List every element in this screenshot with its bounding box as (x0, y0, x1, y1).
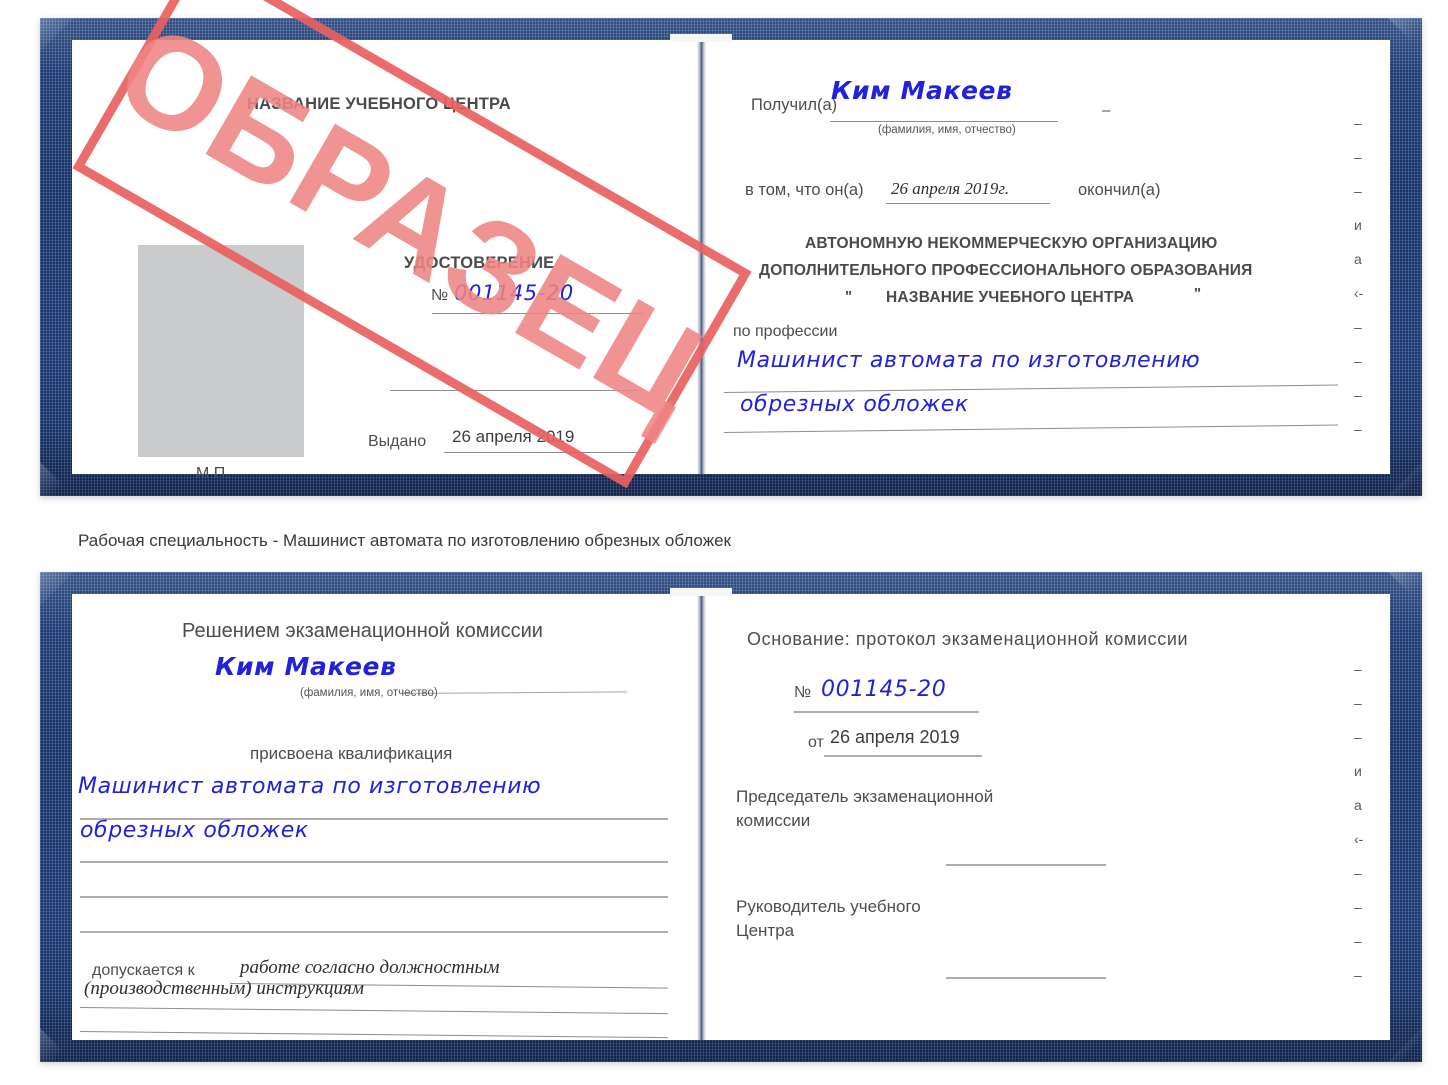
org-line-2: ДОПОЛНИТЕЛЬНОГО ПРОФЕССИОНАЛЬНОГО ОБРАЗО… (759, 262, 1253, 279)
bottom-certificate-book: Решением экзаменационной комиссии Ким Ма… (40, 572, 1422, 1062)
number-rule (432, 313, 644, 314)
qual-rule-4 (80, 931, 668, 933)
org-line-3: НАЗВАНИЕ УЧЕБНОГО ЦЕНТРА (886, 289, 1135, 306)
blank-rule-1 (390, 390, 644, 391)
issued-value: 26 апреля 2019 (452, 427, 575, 446)
bottom-right-page: Основание: протокол экзаменационной коми… (706, 594, 1390, 1040)
protocol-from-value: 26 апреля 2019 (830, 727, 960, 747)
top-right-page: Получил(а) Ким Макеев (фамилия, имя, отч… (706, 40, 1390, 474)
margin-glyph: – (1354, 967, 1362, 983)
seal-label: М.П. (196, 465, 230, 482)
margin-glyph: – (1354, 661, 1362, 677)
margin-glyph: ‹- (1354, 831, 1364, 847)
org-quote-close: " (1194, 285, 1202, 302)
protocol-from-label: от (808, 734, 824, 751)
decision-title: Решением экзаменационной комиссии (182, 620, 543, 642)
cover-corner-bottom-right-bottom (1388, 1028, 1422, 1062)
number-label: № (431, 287, 449, 304)
issued-label: Выдано (368, 433, 427, 450)
cover-corner-top-left-bottom (40, 572, 74, 606)
margin-glyph: – (1354, 387, 1362, 403)
head-line-2: Центра (736, 921, 795, 940)
page-caption: Рабочая специальность - Машинист автомат… (78, 531, 731, 550)
margin-glyph: – (1354, 729, 1362, 745)
margin-glyph: – (1354, 353, 1362, 369)
cover-corner-top-left (40, 18, 74, 52)
margin-glyph: – (1354, 183, 1362, 199)
protocol-from-rule (824, 755, 982, 757)
received-dash: – (1102, 102, 1111, 119)
margin-glyph: – (1354, 319, 1362, 335)
chairman-line-2: комиссии (736, 811, 811, 830)
org-line-1: АВТОНОМНУЮ НЕКОММЕРЧЕСКУЮ ОРГАНИЗАЦИЮ (805, 235, 1218, 252)
admitted-rule-3 (79, 1031, 668, 1039)
protocol-number-rule (794, 711, 979, 713)
admitted-line-1: работе согласно должностным (240, 957, 500, 978)
protocol-number-label: № (794, 684, 812, 701)
profession-line-1: Машинист автомата по изготовлению (737, 348, 1201, 373)
profession-label: по профессии (733, 323, 838, 340)
protocol-number-value: 001145-20 (821, 677, 947, 702)
top-paper-insert: НАЗВАНИЕ УЧЕБНОГО ЦЕНТРА УДОСТОВЕРЕНИЕ №… (72, 34, 1390, 482)
top-left-page: НАЗВАНИЕ УЧЕБНОГО ЦЕНТРА УДОСТОВЕРЕНИЕ №… (72, 40, 700, 482)
chairman-signature-rule (946, 864, 1106, 866)
bottom-paper-insert: Решением экзаменационной комиссии Ким Ма… (72, 588, 1390, 1040)
margin-glyph: – (1354, 899, 1362, 915)
admitted-rule-2 (79, 1007, 668, 1015)
qual-rule-3 (80, 896, 668, 898)
cover-corner-bottom-left-bottom (40, 1028, 74, 1062)
margin-glyph: – (1354, 933, 1362, 949)
margin-glyph: – (1354, 149, 1362, 165)
completion-date-rule (886, 203, 1050, 204)
cover-corner-top-right-bottom (1388, 572, 1422, 606)
cover-corner-bottom-right (1388, 462, 1422, 496)
margin-glyph: ‹- (1354, 285, 1364, 301)
chairman-line-1: Председатель экзаменационной (736, 787, 994, 806)
head-line-1: Руководитель учебного (736, 897, 921, 916)
margin-glyph: а (1354, 797, 1362, 813)
margin-glyph: – (1354, 421, 1362, 437)
org-quote-open: " (845, 288, 853, 305)
top-right-margin-glyphs: – – – и а ‹- – – – – (1354, 116, 1374, 456)
graduated-label: окончил(а) (1078, 181, 1161, 199)
margin-glyph: – (1354, 115, 1362, 131)
cover-corner-bottom-left (40, 462, 74, 496)
bottom-book-spine (697, 594, 706, 1040)
profession-rule-2 (723, 424, 1338, 433)
certificate-sample-page: НАЗВАНИЕ УЧЕБНОГО ЦЕНТРА УДОСТОВЕРЕНИЕ №… (0, 0, 1448, 1085)
in-that-label: в том, что он(а) (745, 181, 864, 199)
margin-glyph: и (1354, 763, 1362, 779)
basis-label: Основание: протокол экзаменационной коми… (747, 629, 1189, 649)
top-book-spine (697, 40, 706, 474)
qualification-line-1: Машинист автомата по изготовлению (78, 774, 542, 799)
margin-glyph: и (1354, 217, 1362, 233)
bottom-left-page: Решением экзаменационной комиссии Ким Ма… (72, 594, 700, 1040)
qual-rule-2 (80, 861, 668, 863)
received-hint: (фамилия, имя, отчество) (878, 124, 1016, 136)
head-signature-rule (946, 977, 1106, 979)
received-value: Ким Макеев (831, 76, 1013, 105)
issued-rule (444, 452, 640, 453)
profession-line-2: обрезных обложек (740, 392, 969, 417)
top-certificate-book: НАЗВАНИЕ УЧЕБНОГО ЦЕНТРА УДОСТОВЕРЕНИЕ №… (40, 18, 1422, 496)
qualification-label: присвоена квалификация (250, 744, 453, 763)
cover-corner-top-right (1388, 18, 1422, 52)
decision-name-hint: (фамилия, имя, отчество) (300, 687, 438, 699)
document-title: УДОСТОВЕРЕНИЕ (404, 254, 555, 272)
received-label: Получил(а) (751, 96, 838, 114)
photo-placeholder (138, 245, 304, 457)
number-value: 001145-20 (454, 281, 574, 305)
margin-glyph: а (1354, 251, 1362, 267)
training-center-name-top: НАЗВАНИЕ УЧЕБНОГО ЦЕНТРА (247, 95, 511, 113)
qualification-line-2: обрезных обложек (80, 818, 309, 843)
admitted-line-2: (производственным) инструкциям (84, 978, 364, 999)
margin-glyph: – (1354, 695, 1362, 711)
completion-date: 26 апреля 2019г. (891, 179, 1010, 198)
bottom-right-margin-glyphs: – – – и а ‹- – – – – (1354, 662, 1374, 1002)
decision-name-value: Ким Макеев (215, 652, 397, 681)
margin-glyph: – (1354, 865, 1362, 881)
received-rule (830, 121, 1058, 122)
